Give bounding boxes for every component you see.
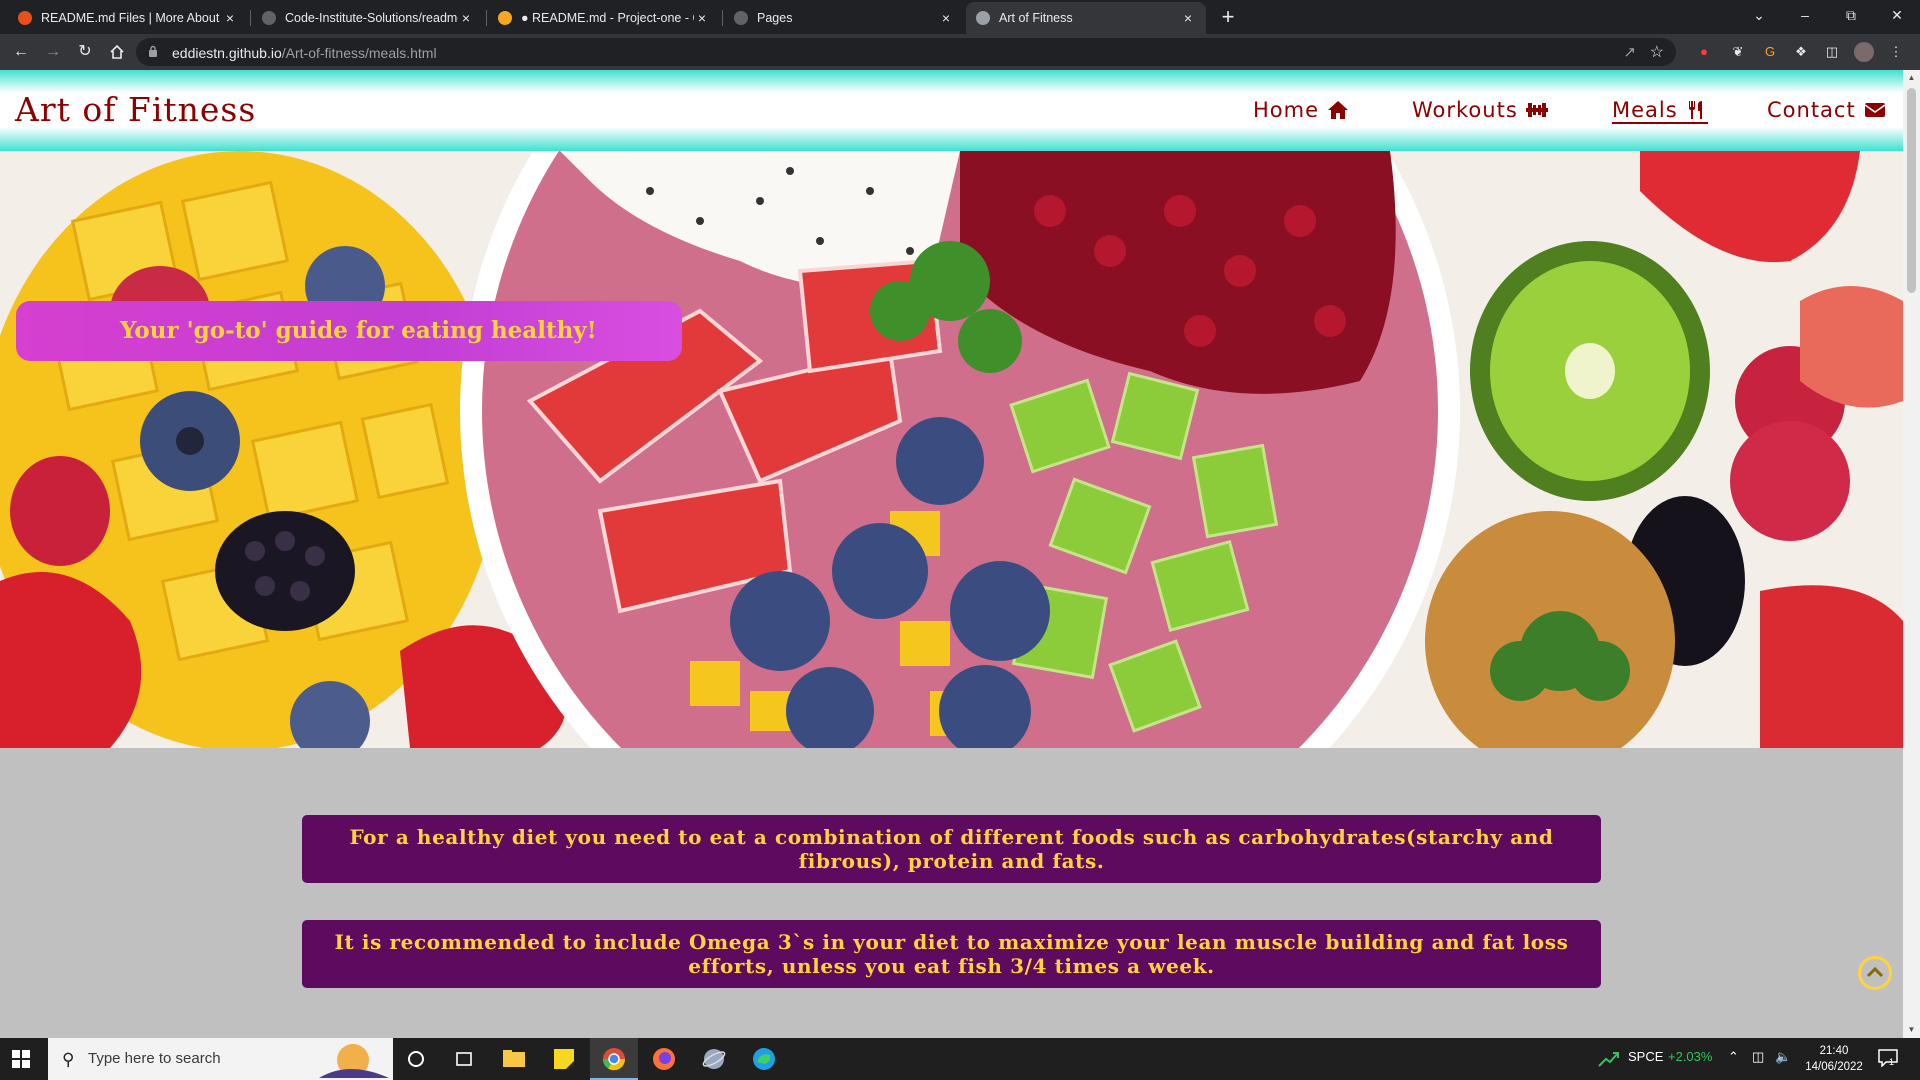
nav-home[interactable]: Home	[1253, 98, 1349, 122]
browser-tab[interactable]: README.md Files | More About C ×	[8, 2, 248, 34]
hero-banner: Your 'go-to' guide for eating healthy!	[0, 151, 1903, 748]
nav-workouts[interactable]: Workouts	[1412, 98, 1548, 122]
network-icon[interactable]: ◫	[1752, 1049, 1764, 1065]
browser-tab[interactable]: ● README.md - Project-one - Gi ×	[488, 2, 720, 34]
taskbar-search-box[interactable]: ⚲ Type here to search	[48, 1038, 393, 1080]
browser-tab-strip: README.md Files | More About C × Code-In…	[0, 0, 1920, 34]
search-icon: ⚲	[62, 1050, 75, 1069]
task-view-icon[interactable]	[440, 1038, 488, 1080]
url-path: /Art-of-fitness/meals.html	[281, 45, 437, 61]
globe-favicon-icon	[976, 11, 990, 25]
extensions-puzzle-icon[interactable]: ❖	[1791, 42, 1811, 62]
bookmark-star-icon[interactable]: ☆	[1650, 42, 1664, 62]
github-favicon-icon	[262, 11, 276, 25]
hero-tagline: Your 'go-to' guide for eating healthy!	[16, 301, 682, 361]
notification-count: 1	[1889, 1057, 1895, 1067]
sticky-notes-icon[interactable]	[540, 1038, 588, 1080]
taskbar-search-placeholder: Type here to search	[88, 1050, 221, 1067]
site-header: Art of Fitness Home Workouts Meals Conta…	[0, 70, 1903, 151]
search-highlight-illustration-icon	[319, 1044, 389, 1078]
page-viewport: Art of Fitness Home Workouts Meals Conta…	[0, 70, 1920, 1038]
diet-info-box: For a healthy diet you need to eat a com…	[302, 815, 1601, 883]
extension-gitpod-icon[interactable]: G	[1760, 42, 1780, 62]
back-arrow-icon[interactable]: ←	[9, 40, 33, 64]
file-explorer-icon[interactable]	[490, 1038, 538, 1080]
nav-meals-label: Meals	[1612, 98, 1678, 122]
scroll-down-arrow-icon[interactable]: ▼	[1903, 1022, 1920, 1038]
eclipse-taskbar-icon[interactable]	[690, 1038, 738, 1080]
browser-toolbar: ← → ↻ eddiestn.github.io/Art-of-fitness/…	[0, 34, 1920, 70]
restore-icon[interactable]: ⧉	[1828, 0, 1874, 34]
edge-taskbar-icon[interactable]	[740, 1038, 788, 1080]
close-tab-icon[interactable]: ×	[938, 10, 954, 26]
minimize-icon[interactable]: –	[1782, 0, 1828, 34]
extension-feather-icon[interactable]: ❦	[1728, 42, 1748, 62]
clock-time: 21:40	[1819, 1045, 1849, 1057]
home-icon[interactable]	[105, 40, 129, 64]
extension-shield-icon[interactable]: ●	[1694, 42, 1714, 62]
chrome-taskbar-icon[interactable]	[590, 1038, 638, 1080]
close-tab-icon[interactable]: ×	[1180, 10, 1196, 26]
envelope-icon	[1864, 103, 1886, 117]
tab-divider	[250, 10, 251, 26]
tab-divider	[486, 10, 487, 26]
nav-contact-label: Contact	[1767, 98, 1856, 122]
close-tab-icon[interactable]: ×	[694, 10, 710, 26]
stock-change: +2.03%	[1668, 1049, 1713, 1064]
url-text: eddiestn.github.io/Art-of-fitness/meals.…	[172, 45, 437, 61]
page-scrollbar[interactable]: ▲ ▼	[1903, 70, 1920, 1038]
browser-tab[interactable]: Code-Institute-Solutions/readme ×	[252, 2, 484, 34]
dumbbell-icon	[1525, 103, 1548, 117]
profile-avatar[interactable]	[1854, 42, 1874, 62]
notification-center-icon[interactable]: 1	[1878, 1049, 1900, 1069]
reload-icon[interactable]: ↻	[73, 40, 97, 64]
tab-title: Pages	[757, 11, 793, 25]
browser-menu-icon[interactable]: ⋮	[1886, 42, 1906, 62]
opera-favicon-icon	[18, 11, 32, 25]
forward-arrow-icon[interactable]: →	[41, 40, 65, 64]
cortana-icon[interactable]	[392, 1038, 440, 1080]
scroll-up-arrow-icon[interactable]: ▲	[1903, 70, 1920, 86]
scrollbar-thumb[interactable]	[1907, 88, 1916, 293]
clock-date: 14/06/2022	[1805, 1061, 1863, 1073]
address-bar[interactable]: eddiestn.github.io/Art-of-fitness/meals.…	[136, 38, 1676, 66]
taskbar-clock[interactable]: 21:40 14/06/2022	[1805, 1043, 1863, 1075]
chevron-up-icon	[1866, 966, 1884, 978]
nav-meals[interactable]: Meals	[1612, 98, 1708, 124]
windows-taskbar: ⚲ Type here to search SPCE +2.03% ⌃ ◫ 🔈 …	[0, 1038, 1920, 1080]
side-panel-icon[interactable]: ◫	[1822, 42, 1842, 62]
fruit-bowl-image	[0, 151, 1903, 748]
volume-icon[interactable]: 🔈	[1775, 1049, 1791, 1065]
stock-ticker[interactable]: SPCE	[1628, 1049, 1663, 1064]
close-window-icon[interactable]: ✕	[1874, 0, 1920, 34]
nav-home-label: Home	[1253, 98, 1320, 122]
gitpod-favicon-icon	[498, 11, 512, 25]
close-tab-icon[interactable]: ×	[458, 10, 474, 26]
tab-title: Code-Institute-Solutions/readme	[285, 11, 458, 25]
tray-overflow-chevron-icon[interactable]: ⌃	[1728, 1049, 1739, 1065]
nav-workouts-label: Workouts	[1412, 98, 1518, 122]
house-icon	[1328, 101, 1349, 119]
site-logo[interactable]: Art of Fitness	[15, 90, 256, 129]
github-favicon-icon	[734, 11, 748, 25]
share-icon[interactable]: ↗	[1623, 43, 1636, 61]
lock-icon[interactable]	[148, 45, 158, 58]
firefox-taskbar-icon[interactable]	[640, 1038, 688, 1080]
tab-search-icon[interactable]: ⌄	[1736, 0, 1782, 34]
utensils-icon	[1688, 101, 1702, 119]
browser-tab-active[interactable]: Art of Fitness ×	[966, 2, 1206, 34]
new-tab-button[interactable]: +	[1215, 4, 1241, 30]
tab-title: ● README.md - Project-one - Gi	[521, 11, 694, 25]
tab-divider	[722, 10, 723, 26]
url-host: eddiestn.github.io	[172, 45, 282, 61]
omega3-info-box: It is recommended to include Omega 3`s i…	[302, 920, 1601, 988]
close-tab-icon[interactable]: ×	[222, 10, 238, 26]
tab-title: Art of Fitness	[999, 11, 1073, 25]
stock-trend-icon	[1598, 1052, 1619, 1067]
browser-tab[interactable]: Pages ×	[724, 2, 964, 34]
tab-title: README.md Files | More About C	[41, 11, 222, 25]
back-to-top-button[interactable]	[1858, 956, 1892, 990]
windows-start-icon[interactable]	[12, 1050, 30, 1068]
nav-contact[interactable]: Contact	[1767, 98, 1886, 122]
